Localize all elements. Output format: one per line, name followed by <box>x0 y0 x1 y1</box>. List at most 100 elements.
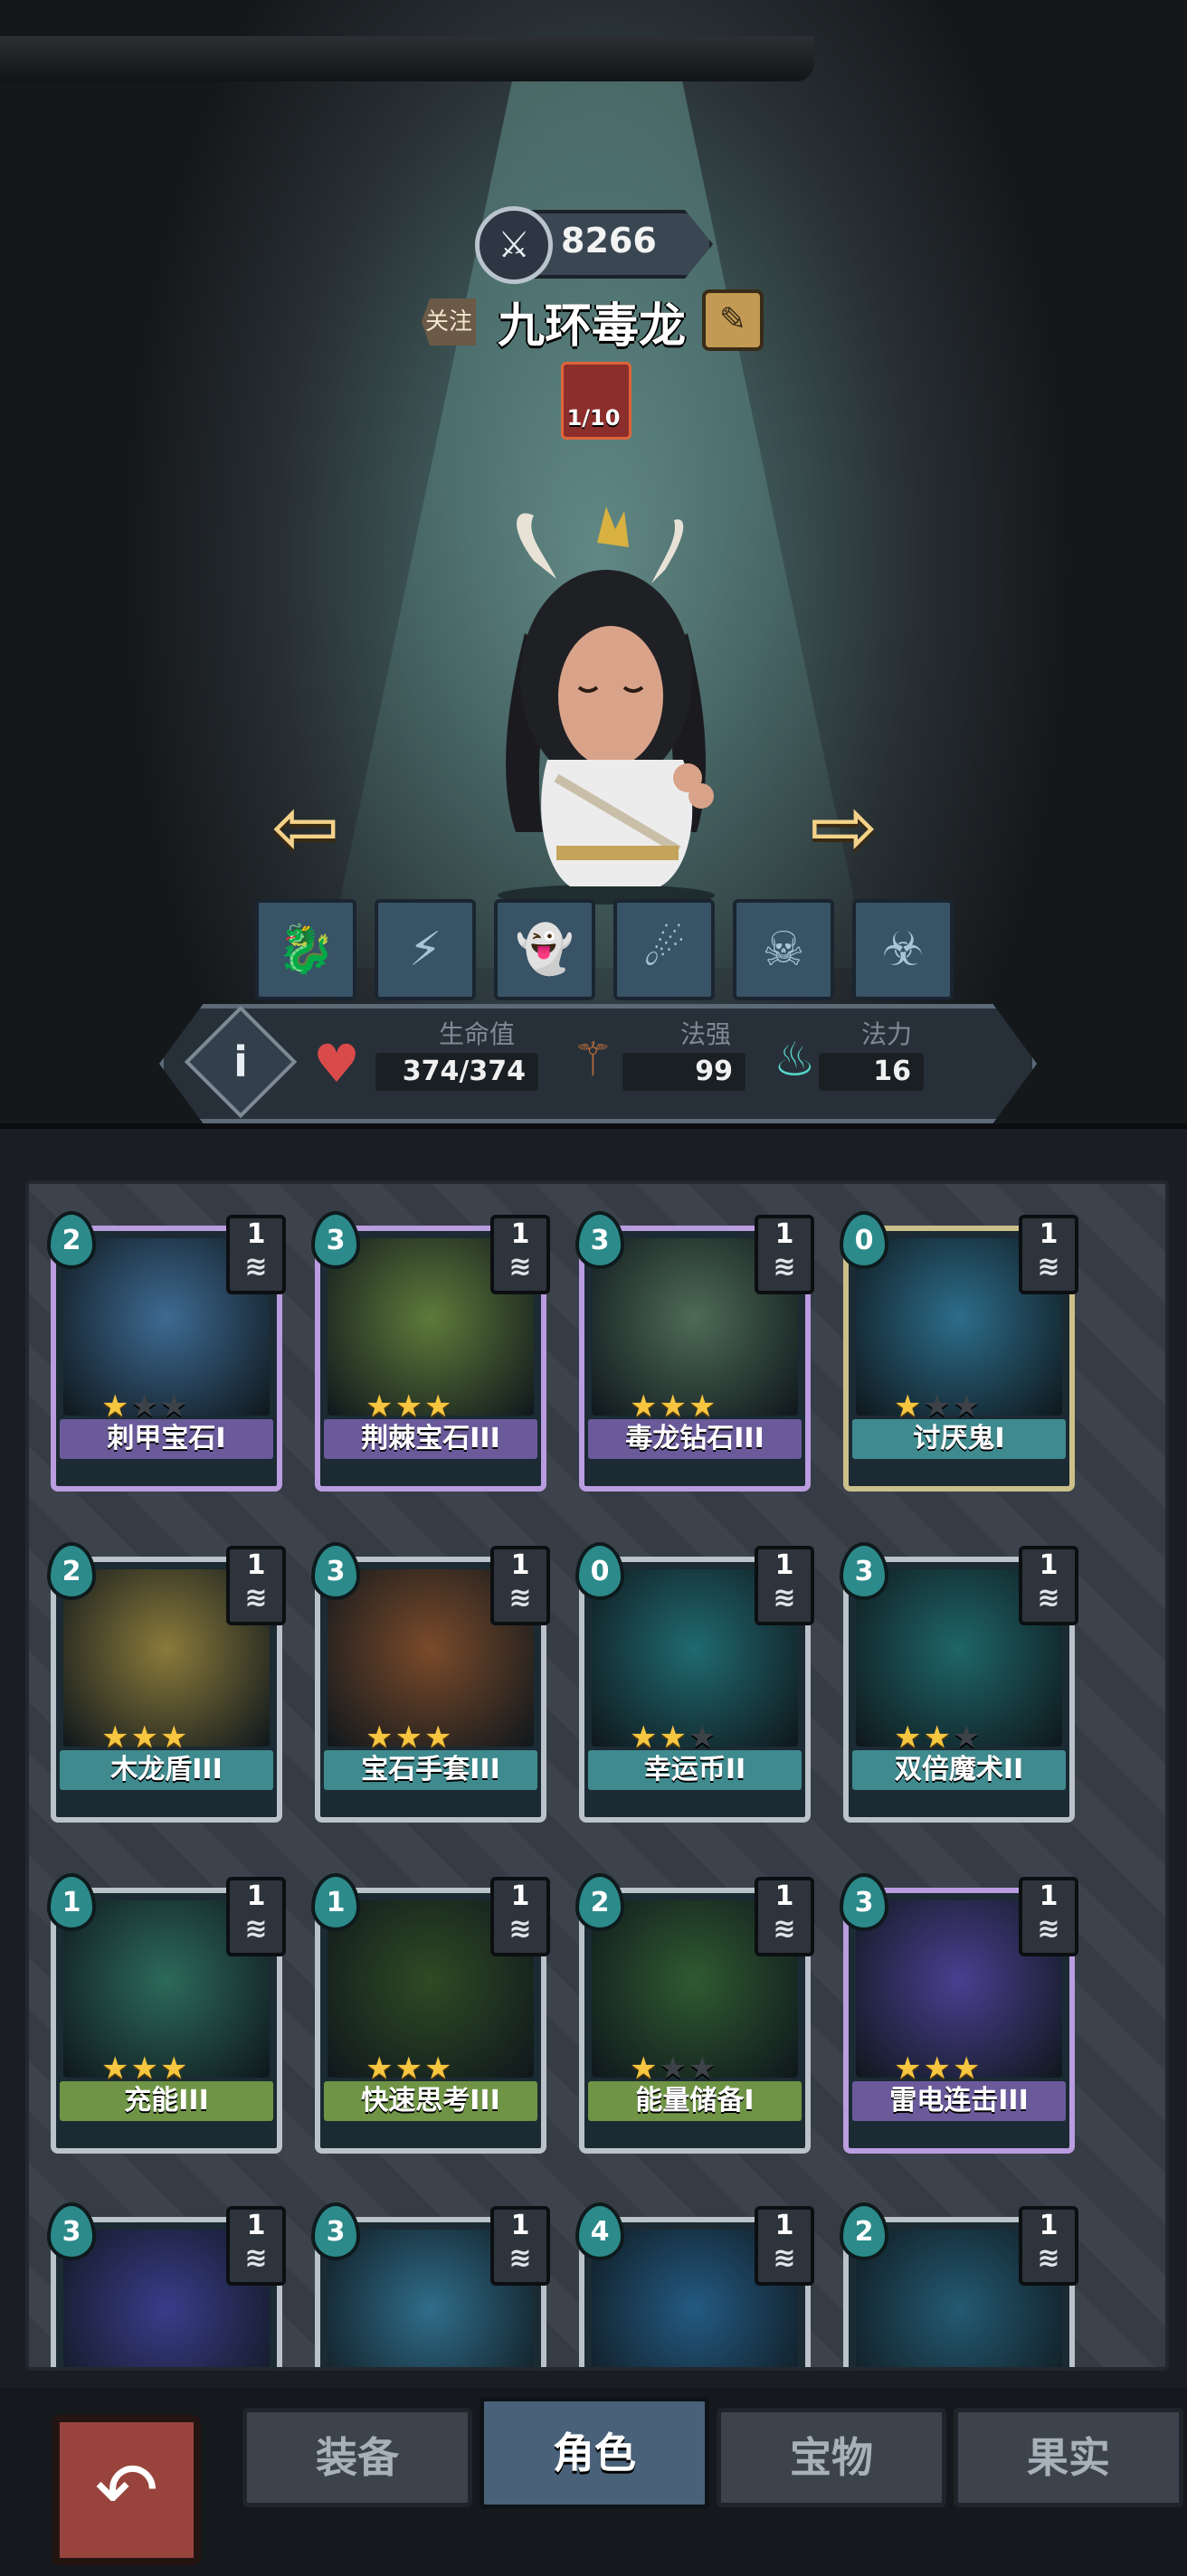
mana-label: 法力 <box>861 1019 913 1049</box>
trophy-icon: ⚔ <box>475 206 553 284</box>
heart-icon: ♥ <box>313 1033 360 1094</box>
tab-character[interactable]: 角色 <box>480 2397 709 2509</box>
card-cost: 2 <box>47 1542 96 1600</box>
skill-card[interactable]: 3 1 ≋ <box>47 2202 286 2367</box>
mana-value: 16 <box>819 1053 924 1091</box>
staff-icon: ⚚ <box>572 1033 614 1087</box>
skill-card[interactable]: ★★★ 能量储备I 2 1 ≋ <box>575 1873 814 2154</box>
card-level-value: 1 <box>1039 2210 1059 2241</box>
card-cost: 3 <box>311 1211 360 1269</box>
poison-figure-icon[interactable]: ☣ <box>852 899 954 1000</box>
skill-card[interactable]: 2 1 ≋ <box>840 2202 1078 2367</box>
back-arrow-icon[interactable]: ↶ <box>52 2415 201 2565</box>
card-name: 荆棘宝石III <box>324 1419 537 1459</box>
prev-character-arrow[interactable]: ⇦ <box>271 787 339 868</box>
card-level: 1 ≋ <box>1019 1215 1078 1294</box>
level-stack-icon: ≋ <box>773 1251 796 1283</box>
card-cost: 2 <box>840 2202 888 2260</box>
tentacle-icon[interactable]: ☄ <box>613 899 715 1000</box>
card-cost: 3 <box>840 1542 888 1600</box>
skull-icon[interactable]: ☠ <box>733 899 834 1000</box>
card-level: 1 ≋ <box>1019 2206 1078 2286</box>
level-stack-icon: ≋ <box>508 1913 532 1945</box>
follow-button[interactable]: 关注 <box>422 298 476 346</box>
card-level: 1 ≋ <box>755 1215 814 1294</box>
card-level-value: 1 <box>246 1880 266 1912</box>
skill-card[interactable]: ★★★ 荆棘宝石III 3 1 ≋ <box>311 1211 550 1492</box>
hp-label: 生命值 <box>439 1019 516 1049</box>
skill-card[interactable]: ★★★ 刺甲宝石I 2 1 ≋ <box>47 1211 286 1492</box>
card-level-value: 1 <box>774 1218 794 1250</box>
hero-character <box>498 507 715 904</box>
skill-card[interactable]: 3 1 ≋ <box>311 2202 550 2367</box>
card-level-value: 1 <box>774 2210 794 2241</box>
card-level-value: 1 <box>1039 1549 1059 1581</box>
card-cost: 4 <box>575 2202 624 2260</box>
level-stack-icon: ≋ <box>1037 1913 1060 1945</box>
skill-card[interactable]: ★★★ 木龙盾III 2 1 ≋ <box>47 1542 286 1823</box>
tab-treasure[interactable]: 宝物 <box>717 2408 946 2507</box>
skill-card[interactable]: ★★★ 快速思考III 1 1 ≋ <box>311 1873 550 2154</box>
card-cost: 3 <box>47 2202 96 2260</box>
card-name: 宝石手套III <box>324 1750 537 1790</box>
card-cost: 2 <box>575 1873 624 1931</box>
card-name: 木龙盾III <box>60 1750 273 1790</box>
skill-card[interactable]: ★★★ 幸运币II 0 1 ≋ <box>575 1542 814 1823</box>
card-level: 1 ≋ <box>1019 1877 1078 1956</box>
card-name: 双倍魔术II <box>852 1750 1066 1790</box>
card-level-value: 1 <box>1039 1880 1059 1912</box>
card-cost: 3 <box>311 1542 360 1600</box>
ghost-book-icon[interactable]: 👻 <box>494 899 595 1000</box>
card-name: 充能III <box>60 2081 273 2121</box>
tab-fruit[interactable]: 果实 <box>954 2408 1183 2507</box>
card-level: 1 ≋ <box>490 2206 550 2286</box>
card-level-value: 1 <box>246 1549 266 1581</box>
info-icon[interactable]: i <box>201 1022 280 1102</box>
card-level-value: 1 <box>1039 1218 1059 1250</box>
edit-name-icon[interactable]: ✎ <box>702 289 764 351</box>
skill-card[interactable]: ★★★ 讨厌鬼I 0 1 ≋ <box>840 1211 1078 1492</box>
card-cost: 1 <box>311 1873 360 1931</box>
card-level: 1 ≋ <box>490 1546 550 1625</box>
dragon-icon[interactable]: 🐉 <box>255 899 356 1000</box>
next-character-arrow[interactable]: ⇨ <box>810 787 878 868</box>
card-level-value: 1 <box>246 2210 266 2241</box>
skill-card[interactable]: ★★★ 充能III 1 1 ≋ <box>47 1873 286 2154</box>
card-cost: 2 <box>47 1211 96 1269</box>
level-stack-icon: ≋ <box>244 1251 268 1283</box>
level-stack-icon: ≋ <box>773 2242 796 2274</box>
card-level: 1 ≋ <box>755 1546 814 1625</box>
card-level: 1 ≋ <box>490 1877 550 1956</box>
card-level: 1 ≋ <box>226 2206 286 2286</box>
card-cost: 3 <box>575 1211 624 1269</box>
spell-power-label: 法强 <box>680 1019 732 1049</box>
player-name: 九环毒龙 <box>498 299 687 354</box>
card-level-value: 1 <box>774 1880 794 1912</box>
skill-card[interactable]: ★★★ 双倍魔术II 3 1 ≋ <box>840 1542 1078 1823</box>
card-level: 1 ≋ <box>1019 1546 1078 1625</box>
card-cost: 0 <box>575 1542 624 1600</box>
skill-card[interactable]: ★★★ 雷电连击III 3 1 ≋ <box>840 1873 1078 2154</box>
badge-text: 1/10 <box>566 405 621 431</box>
card-level-value: 1 <box>510 1880 530 1912</box>
skill-card[interactable]: 4 1 ≋ <box>575 2202 814 2367</box>
card-level: 1 ≋ <box>226 1877 286 1956</box>
skill-card[interactable]: ★★★ 毒龙钻石III 3 1 ≋ <box>575 1211 814 1492</box>
card-level: 1 ≋ <box>755 2206 814 2286</box>
card-level-value: 1 <box>510 1549 530 1581</box>
card-level: 1 ≋ <box>226 1215 286 1294</box>
level-stack-icon: ≋ <box>244 2242 268 2274</box>
card-level-value: 1 <box>246 1218 266 1250</box>
tab-equipment[interactable]: 装备 <box>242 2408 472 2507</box>
card-level: 1 ≋ <box>226 1546 286 1625</box>
claw-icon[interactable]: ⚡ <box>375 899 476 1000</box>
card-level: 1 ≋ <box>755 1877 814 1956</box>
level-stack-icon: ≋ <box>508 1582 532 1614</box>
skill-card[interactable]: ★★★ 宝石手套III 3 1 ≋ <box>311 1542 550 1823</box>
card-cost: 1 <box>47 1873 96 1931</box>
card-name: 毒龙钻石III <box>588 1419 802 1459</box>
card-name: 能量储备I <box>588 2081 802 2121</box>
level-stack-icon: ≋ <box>244 1913 268 1945</box>
level-stack-icon: ≋ <box>773 1913 796 1945</box>
level-stack-icon: ≋ <box>508 2242 532 2274</box>
